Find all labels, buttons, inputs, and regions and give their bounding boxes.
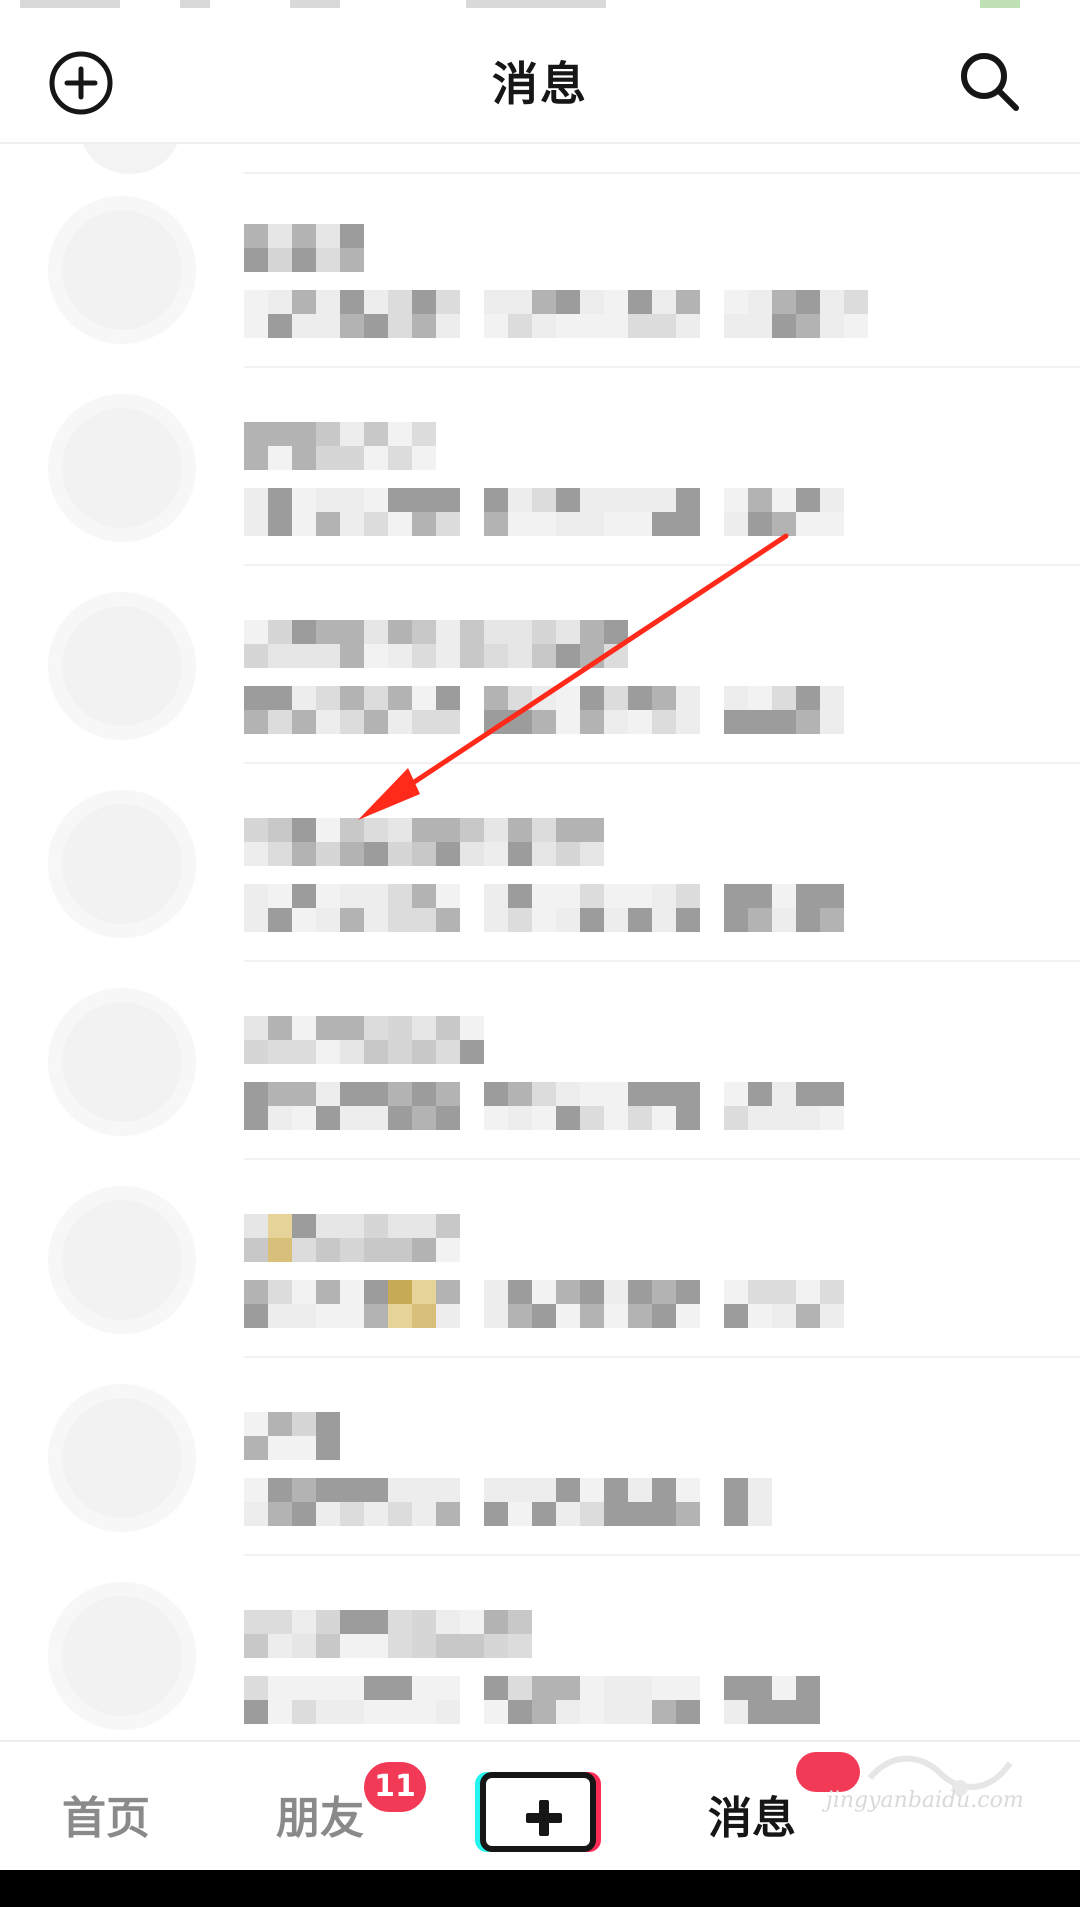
system-home-bar [0, 1870, 1080, 1907]
nav-friends[interactable]: 朋友 [276, 1782, 364, 1846]
conversation-item[interactable] [0, 168, 1080, 368]
create-button[interactable] [475, 1772, 601, 1852]
top-bar: 消息 [0, 22, 1080, 144]
message-preview-blurred [244, 1478, 772, 1526]
plus-icon [480, 1772, 596, 1852]
conversation-item[interactable] [0, 1356, 1080, 1556]
contact-name-blurred [244, 1016, 484, 1064]
conversation-item[interactable] [0, 1554, 1080, 1740]
avatar [48, 1186, 196, 1334]
avatar [48, 790, 196, 938]
search-icon[interactable] [956, 48, 1024, 116]
contact-name-blurred [244, 422, 436, 470]
contact-name-blurred [244, 620, 628, 668]
status-blur [290, 0, 340, 8]
nav-messages[interactable]: 消息 [708, 1782, 796, 1846]
conversation-item[interactable] [0, 1158, 1080, 1358]
status-blur [980, 0, 1020, 8]
avatar [48, 1582, 196, 1730]
conversation-item[interactable] [0, 366, 1080, 566]
avatar [48, 1384, 196, 1532]
message-preview-blurred [244, 488, 844, 536]
status-blur [180, 0, 210, 8]
status-bar [0, 0, 1080, 22]
message-preview-blurred [244, 1676, 820, 1724]
message-preview-blurred [244, 1280, 844, 1328]
plus-icon-stroke [526, 1813, 562, 1823]
avatar [48, 196, 196, 344]
avatar [48, 394, 196, 542]
conversation-item[interactable] [0, 960, 1080, 1160]
message-preview-blurred [244, 1082, 844, 1130]
conversation-item[interactable] [0, 762, 1080, 962]
avatar [48, 592, 196, 740]
message-preview-blurred [244, 290, 868, 338]
message-preview-blurred [244, 884, 844, 932]
status-blur [20, 0, 120, 8]
status-blur [466, 0, 606, 8]
contact-name-blurred [244, 1610, 532, 1658]
contact-name-blurred [244, 224, 364, 272]
messages-badge [796, 1752, 860, 1792]
contact-name-blurred [244, 1214, 460, 1262]
avatar [48, 988, 196, 1136]
page-title: 消息 [492, 57, 588, 111]
nav-home[interactable]: 首页 [62, 1782, 150, 1846]
message-preview-blurred [244, 686, 844, 734]
messages-screen: 消息 首页 朋友 11 消息 jingyanbaidu.com [0, 0, 1080, 1870]
conversation-list [0, 144, 1080, 1740]
contact-name-blurred [244, 1412, 340, 1460]
friends-badge: 11 [364, 1762, 426, 1812]
watermark: jingyanbaidu.com [826, 1788, 1024, 1813]
conversation-item[interactable] [0, 564, 1080, 764]
contact-name-blurred [244, 818, 604, 866]
